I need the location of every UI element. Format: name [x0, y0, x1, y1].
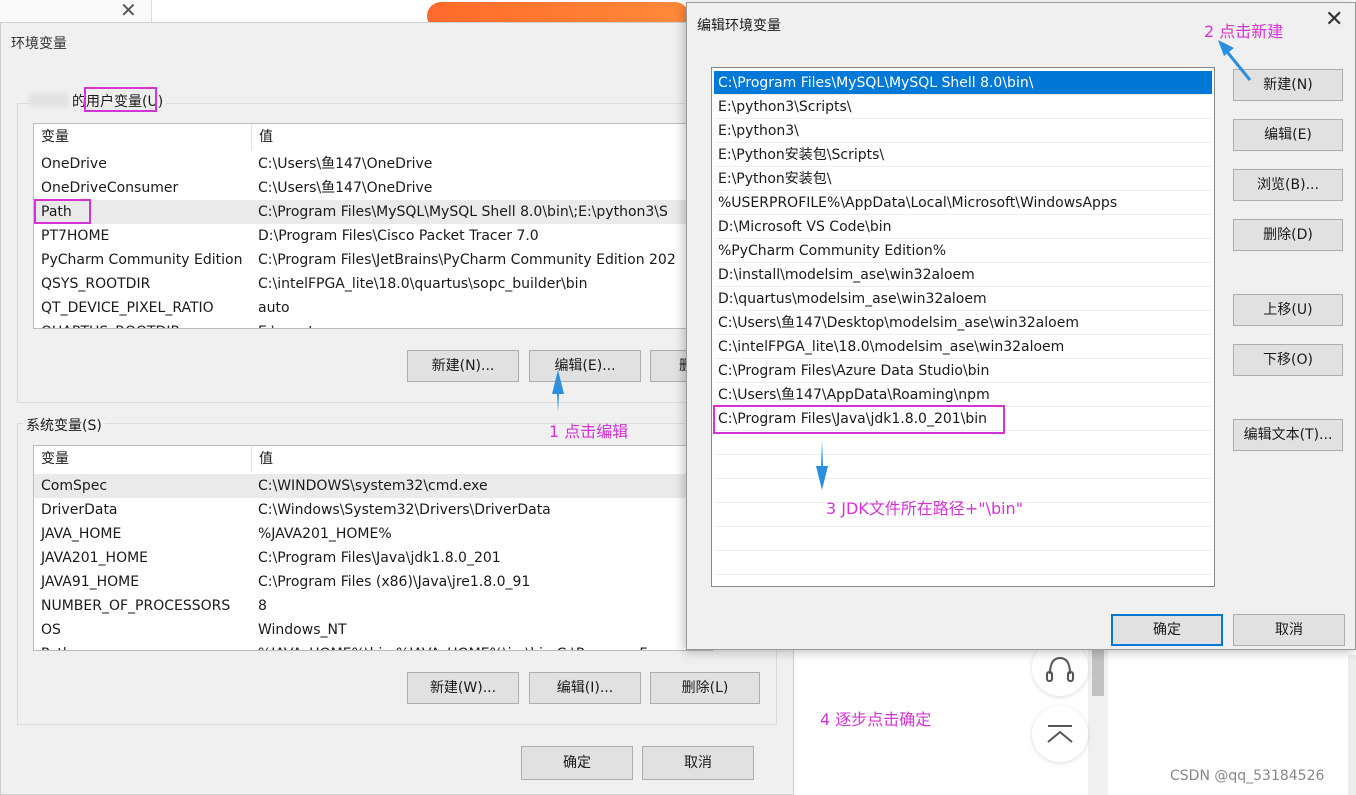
- system-edit-button[interactable]: 编辑(I)...: [529, 672, 641, 704]
- system-variables-table[interactable]: 变量 值 ComSpec C:\WINDOWS\system32\cmd.exe …: [33, 445, 713, 651]
- table-row[interactable]: PyCharm Community Edition C:\Program File…: [34, 248, 712, 272]
- user-variables-table[interactable]: 变量 值 OneDrive C:\Users\鱼147\OneDrive OneD…: [33, 123, 713, 329]
- annotation-step2: 2 点击新建: [1204, 22, 1284, 41]
- system-new-button[interactable]: 新建(W)...: [407, 672, 519, 704]
- table-row[interactable]: NUMBER_OF_PROCESSORS 8: [34, 594, 712, 618]
- dialog-title: 环境变量: [11, 36, 67, 52]
- env-ok-button[interactable]: 确定: [521, 746, 633, 780]
- list-item-empty[interactable]: [714, 431, 1212, 455]
- dialog-title: 编辑环境变量: [697, 18, 781, 34]
- table-row-selected[interactable]: ComSpec C:\WINDOWS\system32\cmd.exe: [34, 474, 712, 498]
- move-up-button[interactable]: 上移(U): [1233, 294, 1343, 326]
- list-item[interactable]: D:\install\modelsim_ase\win32aloem: [714, 263, 1212, 287]
- edit-text-button[interactable]: 编辑文本(T)...: [1233, 419, 1343, 451]
- blurred-username: [29, 93, 69, 107]
- highlight-jdk-path-entry: [713, 405, 1005, 434]
- table-row-path-selected[interactable]: Path C:\Program Files\MySQL\MySQL Shell 8…: [34, 200, 712, 224]
- list-item[interactable]: %PyCharm Community Edition%: [714, 239, 1212, 263]
- annotation-step4: 4 逐步点击确定: [820, 710, 932, 729]
- table-row[interactable]: OneDrive C:\Users\鱼147\OneDrive: [34, 152, 712, 176]
- annotation-step3: 3 JDK文件所在路径+"\bin": [826, 499, 1024, 518]
- list-item-selected[interactable]: C:\Program Files\MySQL\MySQL Shell 8.0\b…: [714, 71, 1212, 95]
- system-variables-label: 系统变量(S): [23, 415, 105, 435]
- table-row[interactable]: Path%JAVA_HOME%\bin;%JAVA_HOME%\jre\bin;…: [34, 642, 712, 650]
- watermark: CSDN @qq_53184526: [1170, 768, 1325, 784]
- user-new-button[interactable]: 新建(N)...: [407, 350, 519, 382]
- list-item-empty[interactable]: [714, 455, 1212, 479]
- edit-environment-variable-dialog: 编辑环境变量 ✕ C:\Program Files\MySQL\MySQL Sh…: [686, 2, 1356, 650]
- edit-ok-button[interactable]: 确定: [1111, 614, 1223, 646]
- list-item[interactable]: E:\python3\Scripts\: [714, 95, 1212, 119]
- browse-button[interactable]: 浏览(B)...: [1233, 169, 1343, 201]
- table-row[interactable]: OS Windows_NT: [34, 618, 712, 642]
- background-scroll-thumb[interactable]: [1092, 650, 1104, 696]
- table-row[interactable]: QSYS_ROOTDIR C:\intelFPGA_lite\18.0\quart…: [34, 272, 712, 296]
- list-item-empty[interactable]: [714, 527, 1212, 551]
- background-close-icon[interactable]: ✕: [120, 0, 137, 22]
- list-item[interactable]: %USERPROFILE%\AppData\Local\Microsoft\Wi…: [714, 191, 1212, 215]
- column-header-value[interactable]: 值: [252, 446, 712, 472]
- column-header-variable[interactable]: 变量: [34, 124, 252, 150]
- move-down-button[interactable]: 下移(O): [1233, 344, 1343, 376]
- table-row[interactable]: JAVA_HOME %JAVA201_HOME%: [34, 522, 712, 546]
- table-row[interactable]: QUARTUS_ROOTDIRE:\quart: [34, 320, 712, 328]
- edit-entry-button[interactable]: 编辑(E): [1233, 119, 1343, 151]
- close-icon[interactable]: ✕: [1325, 9, 1343, 31]
- table-row[interactable]: OneDriveConsumer C:\Users\鱼147\OneDrive: [34, 176, 712, 200]
- list-item-empty[interactable]: [714, 551, 1212, 575]
- column-header-value[interactable]: 值: [252, 124, 712, 150]
- highlight-user-variables-label: [84, 87, 157, 112]
- highlight-path-row: [34, 199, 91, 224]
- list-item[interactable]: E:\Python安装包\: [714, 167, 1212, 191]
- list-item[interactable]: E:\python3\: [714, 119, 1212, 143]
- list-item[interactable]: E:\Python安装包\Scripts\: [714, 143, 1212, 167]
- arrow-up-left-icon: [1218, 40, 1252, 81]
- list-item[interactable]: C:\Users\鱼147\Desktop\modelsim_ase\win32…: [714, 311, 1212, 335]
- list-item[interactable]: C:\Program Files\Azure Data Studio\bin: [714, 359, 1212, 383]
- table-row[interactable]: PT7HOME D:\Program Files\Cisco Packet Tra…: [34, 224, 712, 248]
- table-row[interactable]: JAVA91_HOME C:\Program Files (x86)\Java\j…: [34, 570, 712, 594]
- edit-cancel-button[interactable]: 取消: [1233, 614, 1345, 646]
- back-to-top-icon[interactable]: [1032, 706, 1088, 762]
- table-row[interactable]: JAVA201_HOME C:\Program Files\Java\jdk1.8…: [34, 546, 712, 570]
- background-edge: [1348, 655, 1356, 795]
- arrow-down-icon: [816, 440, 828, 490]
- list-item[interactable]: C:\intelFPGA_lite\18.0\modelsim_ase\win3…: [714, 335, 1212, 359]
- arrow-up-icon: [552, 370, 564, 412]
- table-row[interactable]: QT_DEVICE_PIXEL_RATIO auto: [34, 296, 712, 320]
- annotation-step1: 1 点击编辑: [549, 422, 629, 441]
- column-header-variable[interactable]: 变量: [34, 446, 252, 472]
- table-row[interactable]: DriverData C:\Windows\System32\Drivers\Dr…: [34, 498, 712, 522]
- user-edit-button[interactable]: 编辑(E)...: [529, 350, 641, 382]
- list-item[interactable]: D:\Microsoft VS Code\bin: [714, 215, 1212, 239]
- delete-entry-button[interactable]: 删除(D): [1233, 219, 1343, 251]
- system-delete-button[interactable]: 删除(L): [650, 672, 760, 704]
- list-item[interactable]: D:\quartus\modelsim_ase\win32aloem: [714, 287, 1212, 311]
- env-cancel-button[interactable]: 取消: [642, 746, 754, 780]
- environment-variables-dialog: 环境变量 的用户变量(U) 变量 值 OneDrive C:\Users\鱼147…: [0, 22, 794, 795]
- user-delete-button[interactable]: 删: [650, 350, 690, 382]
- list-item[interactable]: C:\Users\鱼147\AppData\Roaming\npm: [714, 383, 1212, 407]
